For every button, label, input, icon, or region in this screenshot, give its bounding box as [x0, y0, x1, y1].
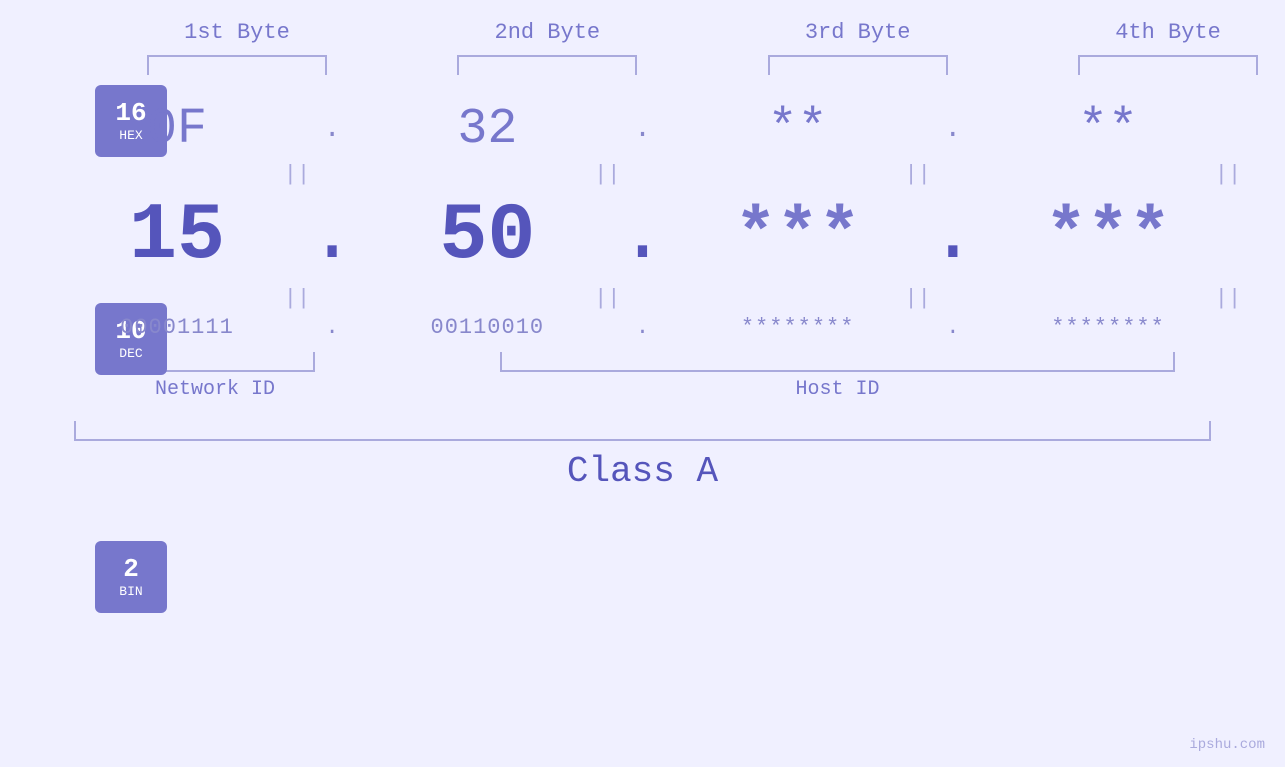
bin-sep-3: .: [925, 315, 981, 340]
badge-bin-num: 2: [123, 555, 139, 584]
byte-headers: 1st Byte 2nd Byte 3rd Byte 4th Byte: [110, 20, 1285, 75]
byte-col-4: 4th Byte: [1041, 20, 1285, 75]
network-id-label: Network ID: [155, 378, 275, 401]
host-bracket: [500, 352, 1176, 372]
dec-cell-2: 50: [360, 191, 614, 282]
badge-bin-label: BIN: [119, 584, 142, 599]
hex-row: 0F . 32 . ** . **: [50, 101, 1235, 158]
bottom-brackets-row: Network ID Host ID: [50, 352, 1235, 401]
badge-dec-label: DEC: [119, 346, 142, 361]
eq-cell-3: ||: [791, 158, 1045, 191]
bin-row: 00001111 . 00110010 . ******** . *******…: [50, 315, 1235, 340]
class-label: Class A: [567, 451, 718, 492]
bracket-top-3: [768, 55, 948, 75]
badge-bin: 2 BIN: [95, 541, 167, 613]
dec-val-3: ***: [735, 197, 861, 276]
badge-wrapper: 16 HEX 10 DEC 2 BIN: [95, 85, 167, 613]
dec-val-1: 15: [129, 191, 225, 282]
hex-cell-4: **: [981, 101, 1235, 158]
host-id-label: Host ID: [795, 378, 879, 401]
class-section: Class A: [50, 421, 1235, 492]
bracket-top-2: [457, 55, 637, 75]
dec-cell-3: ***: [671, 197, 925, 276]
bin-val-1: 00001111: [120, 315, 234, 340]
hex-val-1: 0F: [147, 101, 207, 158]
byte-col-3: 3rd Byte: [731, 20, 985, 75]
hex-cell-1: 0F: [50, 101, 304, 158]
eq-cell-6: ||: [480, 282, 734, 315]
eq-cell-7: ||: [791, 282, 1045, 315]
bracket-top-4: [1078, 55, 1258, 75]
host-bracket-wrap: Host ID: [440, 352, 1235, 401]
hex-val-2: 32: [457, 101, 517, 158]
byte-label-4: 4th Byte: [1115, 20, 1221, 45]
dec-cell-1: 15: [50, 191, 304, 282]
bin-cell-2: 00110010: [360, 315, 614, 340]
bin-cell-1: 00001111: [50, 315, 304, 340]
equals-row-1: || || || ||: [170, 158, 1285, 191]
dec-cell-4: ***: [981, 197, 1235, 276]
eq-cell-2: ||: [480, 158, 734, 191]
dec-sep-2: .: [614, 191, 670, 282]
bin-val-2: 00110010: [431, 315, 545, 340]
byte-label-1: 1st Byte: [184, 20, 290, 45]
bin-val-4: ********: [1051, 315, 1165, 340]
dec-sep-3: .: [925, 191, 981, 282]
main-container: 1st Byte 2nd Byte 3rd Byte 4th Byte 16 H…: [0, 0, 1285, 767]
bin-sep-2: .: [614, 315, 670, 340]
dec-val-2: 50: [439, 191, 535, 282]
equals-row-2: || || || ||: [170, 282, 1285, 315]
bin-cell-4: ********: [981, 315, 1235, 340]
hex-sep-3: .: [925, 114, 981, 145]
rows-wrapper: 16 HEX 10 DEC 2 BIN 0F . 32: [50, 85, 1235, 492]
hex-val-4: **: [1078, 101, 1138, 158]
hex-sep-1: .: [304, 114, 360, 145]
dec-sep-1: .: [304, 191, 360, 282]
byte-label-2: 2nd Byte: [495, 20, 601, 45]
byte-label-3: 3rd Byte: [805, 20, 911, 45]
watermark: ipshu.com: [1189, 737, 1265, 753]
hex-val-3: **: [768, 101, 828, 158]
dec-row: 15 . 50 . *** . ***: [50, 191, 1235, 282]
bin-cell-3: ********: [671, 315, 925, 340]
hex-cell-3: **: [671, 101, 925, 158]
dec-val-4: ***: [1045, 197, 1171, 276]
eq-cell-8: ||: [1101, 282, 1285, 315]
bracket-top-1: [147, 55, 327, 75]
class-bracket: [74, 421, 1212, 441]
eq-cell-5: ||: [170, 282, 424, 315]
eq-cell-1: ||: [170, 158, 424, 191]
eq-cell-4: ||: [1101, 158, 1285, 191]
bin-sep-1: .: [304, 315, 360, 340]
hex-sep-2: .: [614, 114, 670, 145]
byte-col-2: 2nd Byte: [420, 20, 674, 75]
bin-val-3: ********: [741, 315, 855, 340]
hex-cell-2: 32: [360, 101, 614, 158]
byte-col-1: 1st Byte: [110, 20, 364, 75]
